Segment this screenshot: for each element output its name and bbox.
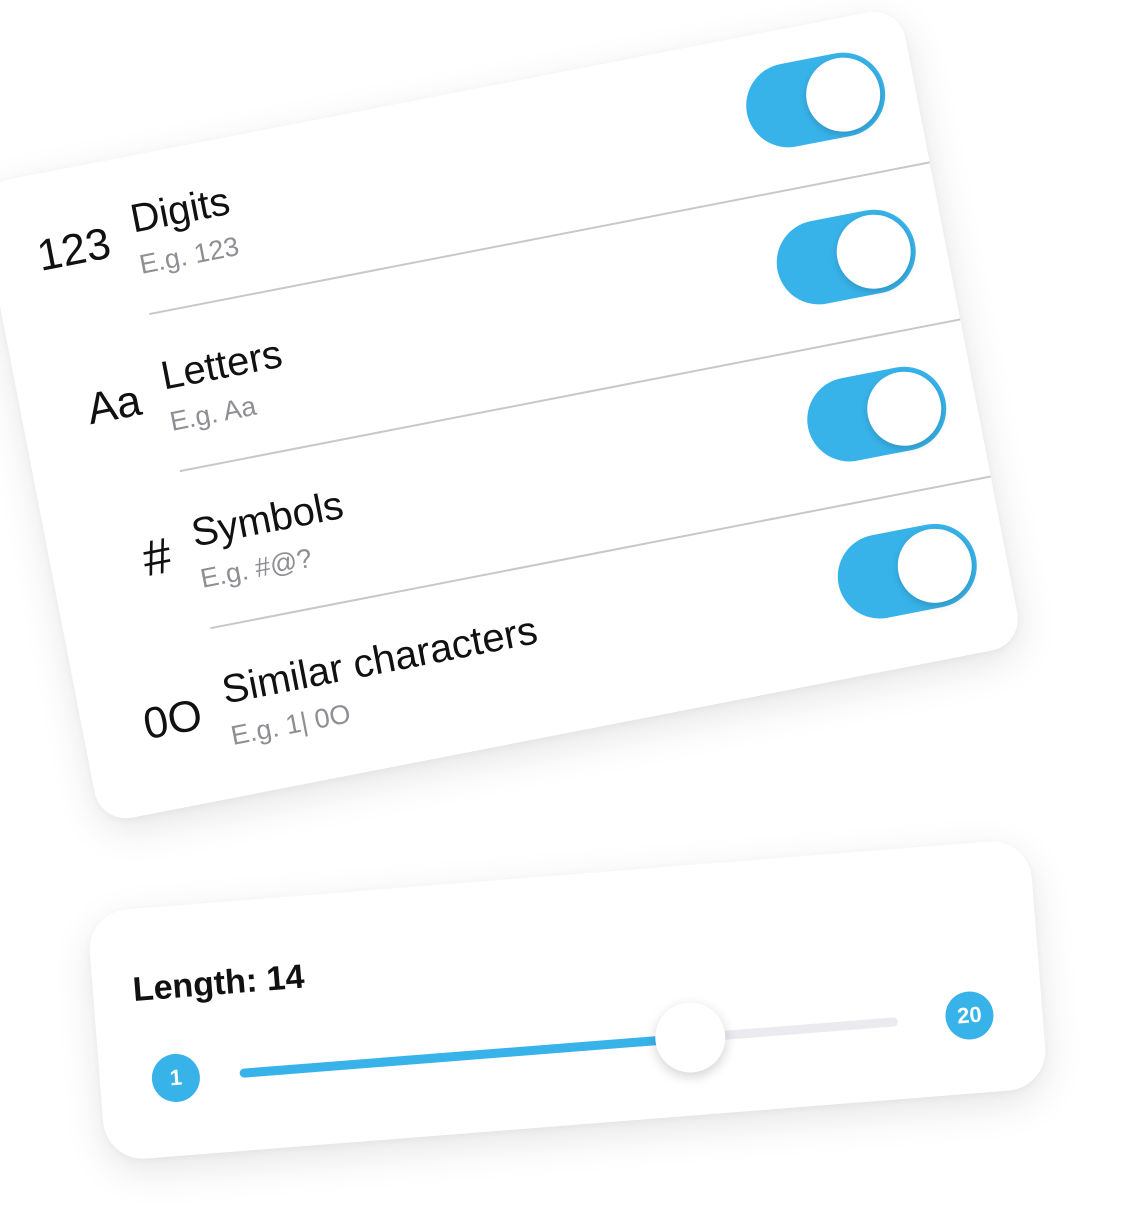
option-text: Symbols E.g. #@?: [188, 482, 355, 595]
character-options-card: 123 Digits E.g. 123 Aa Letters E.g. Aa #: [0, 6, 1024, 824]
toggle-knob: [860, 365, 948, 453]
option-title: Digits: [126, 179, 234, 242]
digits-icon: 123: [33, 218, 115, 281]
letters-icon: Aa: [82, 375, 146, 435]
hash-icon: #: [137, 526, 176, 588]
option-text: Digits E.g. 123: [127, 178, 242, 281]
length-label: Length: 14: [131, 957, 306, 1010]
max-value-badge: 20: [943, 989, 996, 1042]
letters-toggle[interactable]: [769, 202, 923, 312]
min-value-badge: 1: [150, 1052, 202, 1104]
symbols-toggle[interactable]: [800, 359, 954, 469]
option-text: Similar characters E.g. 1| 0O: [218, 607, 548, 752]
similar-characters-toggle[interactable]: [830, 516, 985, 626]
slider-fill: [239, 1033, 691, 1078]
toggle-knob: [830, 208, 918, 296]
slider-thumb[interactable]: [652, 999, 728, 1076]
length-card: Length: 14 1 20: [86, 838, 1049, 1162]
stage: 123 Digits E.g. 123 Aa Letters E.g. Aa #: [0, 0, 1125, 1215]
toggle-knob: [891, 522, 979, 610]
option-text: Letters E.g. Aa: [157, 331, 293, 438]
similar-characters-icon: 0O: [139, 689, 207, 750]
toggle-knob: [799, 51, 887, 139]
digits-toggle[interactable]: [738, 45, 893, 155]
length-slider[interactable]: [239, 999, 899, 1078]
